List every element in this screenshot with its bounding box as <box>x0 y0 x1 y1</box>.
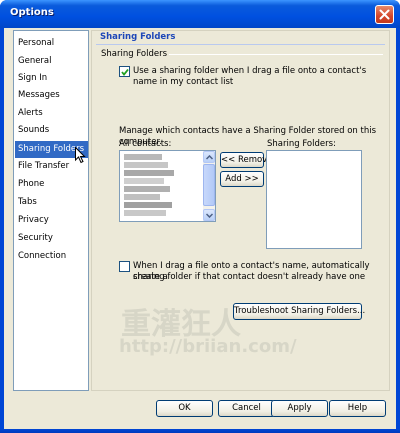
window-title: Options <box>10 7 54 18</box>
ok-button[interactable]: OK <box>156 400 213 417</box>
close-button[interactable] <box>375 5 394 24</box>
contact-item[interactable] <box>124 194 160 200</box>
scroll-up-button[interactable] <box>203 151 215 163</box>
remove-button[interactable]: << Remove <box>220 152 272 168</box>
add-button[interactable]: Add >> <box>220 171 264 187</box>
cancel-button[interactable]: Cancel <box>218 400 275 417</box>
contact-item[interactable] <box>124 170 174 176</box>
auto-create-checkbox[interactable] <box>119 261 130 272</box>
contact-item[interactable] <box>124 202 172 208</box>
option1-label-line1: Use a sharing folder when I drag a file … <box>133 66 367 76</box>
scroll-thumb[interactable] <box>203 164 215 206</box>
nav-item-alerts[interactable]: Alerts <box>15 105 88 122</box>
option2-label-line2: sharing folder if that contact doesn't a… <box>133 272 366 282</box>
panel-heading: Sharing Folders <box>100 32 176 42</box>
contact-item[interactable] <box>124 186 170 192</box>
help-button[interactable]: Help <box>329 400 386 417</box>
option1-label-line2: name in my contact list <box>133 77 234 87</box>
nav-item-tabs[interactable]: Tabs <box>15 194 88 211</box>
nav-item-general[interactable]: General <box>15 53 88 70</box>
arrow-down-icon <box>205 212 213 218</box>
nav-item-personal[interactable]: Personal <box>15 35 88 52</box>
watermark-url: http://briian.com/ <box>119 336 297 357</box>
category-list[interactable]: Personal General Sign In Messages Alerts… <box>13 30 89 391</box>
arrow-up-icon <box>205 154 213 160</box>
checkmark-icon <box>121 68 129 76</box>
scroll-down-button[interactable] <box>203 209 215 221</box>
close-icon <box>379 9 390 20</box>
troubleshoot-button[interactable]: Troubleshoot Sharing Folders... <box>233 303 365 320</box>
group-label: Sharing Folders <box>101 49 168 59</box>
apply-button[interactable]: Apply <box>271 400 328 417</box>
nav-item-security[interactable]: Security <box>15 230 88 247</box>
contact-item[interactable] <box>124 210 166 216</box>
sharing-folders-list[interactable] <box>266 150 362 249</box>
nav-item-sounds[interactable]: Sounds <box>15 122 88 139</box>
sharing-folders-label: Sharing Folders: <box>267 139 336 149</box>
nav-item-sign-in[interactable]: Sign In <box>15 70 88 87</box>
nav-item-messages[interactable]: Messages <box>15 87 88 104</box>
nav-item-connection[interactable]: Connection <box>15 248 88 265</box>
contact-item[interactable] <box>124 178 164 184</box>
mouse-cursor-icon <box>75 147 86 164</box>
dialog-client: Personal General Sign In Messages Alerts… <box>4 28 396 429</box>
contact-item[interactable] <box>124 162 168 168</box>
title-bar[interactable]: Options <box>0 0 400 28</box>
all-contacts-label: All contacts: <box>119 139 172 149</box>
use-sharing-folder-checkbox[interactable] <box>119 66 130 77</box>
settings-panel: Sharing Folders Sharing Folders Use a sh… <box>91 30 390 391</box>
contact-item[interactable] <box>124 154 162 160</box>
nav-item-privacy[interactable]: Privacy <box>15 212 88 229</box>
contacts-scrollbar[interactable] <box>203 151 215 221</box>
all-contacts-list[interactable] <box>119 150 216 222</box>
nav-item-phone[interactable]: Phone <box>15 176 88 193</box>
group-divider <box>169 54 383 55</box>
heading-divider <box>96 44 385 45</box>
options-window: Options Personal General Sign In Message… <box>0 0 400 433</box>
